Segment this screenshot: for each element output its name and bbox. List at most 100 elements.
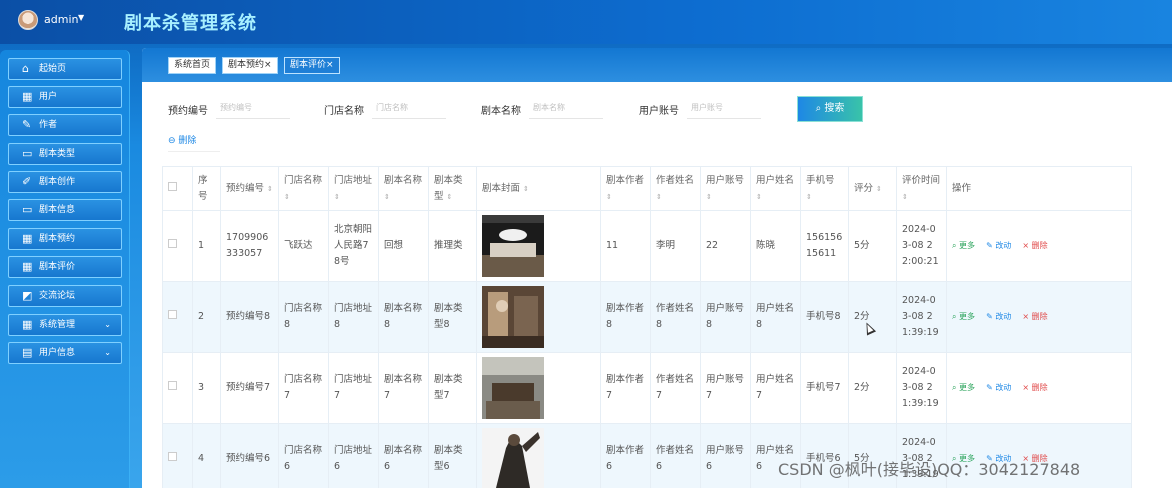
sidebar-item-script-info[interactable]: ▭ 剧本信息 xyxy=(8,199,122,221)
header-phone[interactable]: 手机号 ⇕ xyxy=(800,166,849,211)
sort-icon: ⇕ xyxy=(902,192,908,201)
row-checkbox[interactable] xyxy=(168,310,177,319)
user-name[interactable]: admin xyxy=(44,13,78,26)
close-icon: × xyxy=(1022,241,1032,250)
cell-phone: 手机号7 xyxy=(800,352,849,424)
caret-down-icon[interactable]: ▼ xyxy=(78,13,84,22)
sidebar-item-home[interactable]: ⌂ 起始页 xyxy=(8,58,122,80)
delete-button[interactable]: × 删除 xyxy=(1022,241,1047,250)
sidebar-item-authors[interactable]: ✎ 作者 xyxy=(8,114,122,136)
select-all-cell xyxy=(162,166,193,211)
magnifier-icon: ⌕ xyxy=(952,241,960,250)
header-type[interactable]: 剧本类型 ⇕ xyxy=(428,166,477,211)
header-store[interactable]: 门店名称 ⇕ xyxy=(278,166,329,211)
header-script[interactable]: 剧本名称 ⇕ xyxy=(378,166,429,211)
sidebar-item-script-creation[interactable]: ✐ 剧本创作 xyxy=(8,171,122,193)
cell-type: 剧本类型6 xyxy=(428,423,477,488)
script-cover-image[interactable] xyxy=(482,215,544,277)
more-button[interactable]: ⌕ 更多 xyxy=(952,383,975,392)
sidebar-item-forum[interactable]: ◩ 交流论坛 xyxy=(8,285,122,307)
cell-cover xyxy=(476,281,601,353)
header-score[interactable]: 评分 ⇕ xyxy=(848,166,897,211)
search-button[interactable]: ⌕ 搜索 xyxy=(797,96,863,122)
watermark: CSDN @枫叶(接毕设)QQ：3042127848 xyxy=(778,460,1081,479)
sidebar-item-script-review[interactable]: ▦ 剧本评价 xyxy=(8,256,122,278)
grid-icon: ▦ xyxy=(22,260,33,273)
tab-script-booking[interactable]: 剧本预约× xyxy=(222,57,278,74)
monitor-icon: ▭ xyxy=(22,203,33,216)
header-author-name[interactable]: 作者姓名 ⇕ xyxy=(650,166,701,211)
cell-type: 剧本类型8 xyxy=(428,281,477,353)
edit-icon: ✎ xyxy=(986,312,996,321)
cell-script: 回想 xyxy=(378,210,429,282)
row-checkbox[interactable] xyxy=(168,239,177,248)
select-all-checkbox[interactable] xyxy=(168,181,177,191)
sidebar-item-users[interactable]: ▦ 用户 xyxy=(8,86,122,108)
cell-time: 2024-03-08 22:00:21 xyxy=(896,210,947,282)
cell-cover xyxy=(476,352,601,424)
cell-script: 剧本名称7 xyxy=(378,352,429,424)
header-time[interactable]: 评价时间 ⇕ xyxy=(896,166,947,211)
cell-author-name: 李明 xyxy=(650,210,701,282)
cell-user-name: 用户姓名8 xyxy=(750,281,801,353)
sidebar-item-label: 剧本评价 xyxy=(39,262,76,272)
tab-bar: 系统首页 剧本预约× 剧本评价× xyxy=(142,48,1172,82)
close-icon: × xyxy=(1022,312,1032,321)
sidebar-item-label: 用户信息 xyxy=(39,348,76,358)
cell-cover xyxy=(476,423,601,488)
sidebar: ⌂ 起始页 ▦ 用户 ✎ 作者 ▭ 剧本类型 ✐ 剧本创作 ▭ 剧本信息 ▦ 剧… xyxy=(0,50,130,488)
script-cover-image[interactable] xyxy=(482,357,544,419)
cell-booking: 1709906333057 xyxy=(220,210,279,282)
cell-actions: ⌕ 更多 ✎ 改动 × 删除 xyxy=(946,281,1132,353)
tab-script-review[interactable]: 剧本评价× xyxy=(284,57,340,74)
header-author[interactable]: 剧本作者 ⇕ xyxy=(600,166,651,211)
batch-delete-button[interactable]: ⊖ 删除 xyxy=(168,130,220,152)
cell-author: 剧本作者7 xyxy=(600,352,651,424)
card-icon: ▤ xyxy=(22,346,33,359)
home-icon: ⌂ xyxy=(22,62,29,75)
header-cover[interactable]: 剧本封面 ⇕ xyxy=(476,166,601,211)
cell-actions: ⌕ 更多 ✎ 改动 × 删除 xyxy=(946,210,1132,282)
store-input[interactable] xyxy=(372,97,446,119)
sidebar-item-label: 剧本创作 xyxy=(39,177,76,187)
cell-store: 门店名称6 xyxy=(278,423,329,488)
sort-icon: ⇕ xyxy=(446,192,453,201)
review-table: 序号 预约编号 ⇕ 门店名称 ⇕ 门店地址 ⇕ 剧本名称 ⇕ 剧本类型 ⇕ 剧本… xyxy=(162,166,1132,488)
row-checkbox[interactable] xyxy=(168,452,177,461)
tab-home[interactable]: 系统首页 xyxy=(168,57,217,74)
store-label: 门店名称 xyxy=(324,106,364,117)
account-input[interactable] xyxy=(687,97,761,119)
app-title: 剧本杀管理系统 xyxy=(124,13,257,34)
header-address[interactable]: 门店地址 ⇕ xyxy=(328,166,379,211)
booking-input[interactable] xyxy=(216,97,290,119)
script-cover-image[interactable] xyxy=(482,286,544,348)
avatar[interactable] xyxy=(18,10,38,30)
cell-store: 门店名称7 xyxy=(278,352,329,424)
sidebar-item-user-info[interactable]: ▤ 用户信息 ⌄ xyxy=(8,342,122,364)
header-booking[interactable]: 预约编号 ⇕ xyxy=(220,166,279,211)
header-account[interactable]: 用户账号 ⇕ xyxy=(700,166,751,211)
delete-button[interactable]: × 删除 xyxy=(1022,312,1047,321)
edit-button[interactable]: ✎ 改动 xyxy=(986,241,1011,250)
delete-button[interactable]: × 删除 xyxy=(1022,383,1047,392)
sort-icon: ⇕ xyxy=(806,192,812,201)
cell-account: 用户账号8 xyxy=(700,281,751,353)
sidebar-item-label: 起始页 xyxy=(39,64,67,74)
chevron-down-icon: ⌄ xyxy=(104,348,111,357)
row-checkbox[interactable] xyxy=(168,381,177,390)
sidebar-item-system-management[interactable]: ▦ 系统管理 ⌄ xyxy=(8,314,122,336)
sidebar-item-label: 剧本信息 xyxy=(39,205,76,215)
script-input[interactable] xyxy=(529,97,603,119)
main-panel: 系统首页 剧本预约× 剧本评价× 预约编号 门店名称 剧本名称 用户账号 ⌕ 搜… xyxy=(142,48,1172,488)
edit-button[interactable]: ✎ 改动 xyxy=(986,312,1011,321)
header-user-name[interactable]: 用户姓名 ⇕ xyxy=(750,166,801,211)
sidebar-item-script-booking[interactable]: ▦ 剧本预约 xyxy=(8,228,122,250)
more-button[interactable]: ⌕ 更多 xyxy=(952,312,975,321)
script-cover-image[interactable] xyxy=(482,428,544,488)
more-button[interactable]: ⌕ 更多 xyxy=(952,241,975,250)
sort-icon: ⇕ xyxy=(384,192,390,201)
sort-icon: ⇕ xyxy=(284,192,290,201)
edit-button[interactable]: ✎ 改动 xyxy=(986,383,1011,392)
sidebar-item-script-types[interactable]: ▭ 剧本类型 xyxy=(8,143,122,165)
cell-address: 门店地址6 xyxy=(328,423,379,488)
